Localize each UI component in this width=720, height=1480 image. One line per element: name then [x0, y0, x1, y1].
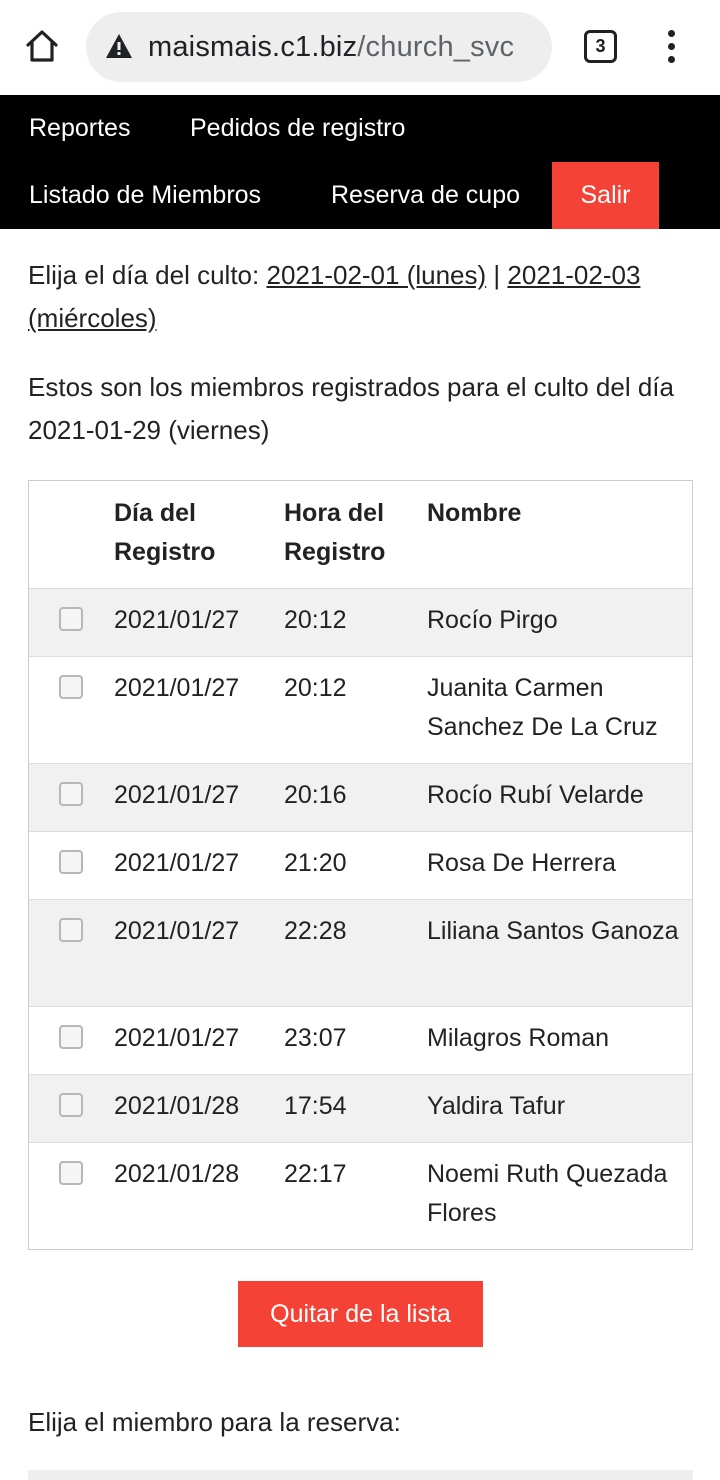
table-row: 2021/01/27 20:12 Rocío Pirgo	[29, 588, 692, 656]
day-link-2021-02-01[interactable]: 2021-02-01 (lunes)	[266, 260, 486, 290]
row-date: 2021/01/28	[114, 1159, 240, 1188]
table-row: 2021/01/27 21:20 Rosa De Herrera	[29, 831, 692, 899]
row-name: Liliana Santos Ganoza	[427, 916, 679, 945]
table-header-row: Día del Registro Hora del Registro Nombr…	[29, 481, 692, 588]
table-row: 2021/01/27 20:12 Juanita Carmen Sanchez …	[29, 656, 692, 763]
table-row: 2021/01/28 17:54 Yaldira Tafur	[29, 1074, 692, 1142]
member-choice-prompt: Elija el miembro para la reserva:	[28, 1407, 401, 1437]
table-row: 2021/01/27 20:16 Rocío Rubí Velarde	[29, 763, 692, 831]
tabs-icon[interactable]: 3	[584, 30, 617, 63]
logout-button[interactable]: Salir	[552, 162, 659, 229]
row-time: 21:20	[284, 848, 347, 877]
row-date: 2021/01/27	[114, 780, 240, 809]
row-time: 22:17	[284, 1159, 347, 1188]
row-checkbox[interactable]	[59, 1092, 83, 1117]
row-name: Juanita Carmen Sanchez De La Cruz	[427, 673, 658, 741]
url-host: maismais.c1.biz	[148, 31, 358, 63]
row-name: Rosa De Herrera	[427, 848, 616, 877]
row-date: 2021/01/27	[114, 848, 240, 877]
row-date: 2021/01/27	[114, 605, 240, 634]
row-time: 23:07	[284, 1023, 347, 1052]
url-path: /church_svc	[357, 31, 515, 63]
row-name: Noemi Ruth Quezada Flores	[427, 1159, 668, 1227]
remove-from-list-button[interactable]: Quitar de la lista	[238, 1281, 483, 1347]
nav-seat-reservation[interactable]: Reserva de cupo	[331, 162, 520, 229]
row-name: Milagros Roman	[427, 1023, 610, 1052]
row-time: 17:54	[284, 1091, 347, 1120]
day-choice: Elija el día del culto: 2021-02-01 (lune…	[28, 254, 693, 340]
member-select[interactable]	[28, 1470, 693, 1480]
table-row: 2021/01/28 22:17 Noemi Ruth Quezada Flor…	[29, 1142, 692, 1249]
row-checkbox[interactable]	[59, 781, 83, 806]
site-nav: Reportes Pedidos de registro Listado de …	[0, 95, 720, 229]
url-text[interactable]: maismais.c1.biz/church_svc	[148, 31, 514, 64]
row-time: 20:16	[284, 780, 347, 809]
header-name: Nombre	[427, 499, 522, 527]
header-select	[29, 481, 114, 588]
members-table: Día del Registro Hora del Registro Nombr…	[28, 480, 693, 1250]
header-time: Hora del Registro	[284, 499, 386, 566]
row-time: 22:28	[284, 916, 347, 945]
nav-member-list[interactable]: Listado de Miembros	[29, 162, 261, 229]
day-separator: |	[493, 260, 501, 290]
nav-registration-requests[interactable]: Pedidos de registro	[190, 95, 405, 162]
header-date: Día del Registro	[114, 499, 216, 566]
row-name: Yaldira Tafur	[427, 1091, 566, 1120]
row-date: 2021/01/28	[114, 1091, 240, 1120]
warning-icon[interactable]	[105, 33, 133, 59]
table-row: 2021/01/27 22:28 Liliana Santos Ganoza	[29, 899, 692, 1006]
home-icon[interactable]	[24, 28, 60, 64]
browser-toolbar: maismais.c1.biz/church_svc 3	[0, 0, 720, 95]
row-checkbox[interactable]	[59, 606, 83, 631]
row-name: Rocío Pirgo	[427, 605, 558, 634]
row-checkbox[interactable]	[59, 849, 83, 874]
more-vert-icon[interactable]	[660, 27, 682, 67]
row-date: 2021/01/27	[114, 673, 240, 702]
row-checkbox[interactable]	[59, 1160, 83, 1185]
day-choice-prompt: Elija el día del culto:	[28, 260, 260, 290]
intro-text: Estos son los miembros registrados para …	[28, 372, 674, 445]
row-checkbox[interactable]	[59, 1024, 83, 1049]
row-date: 2021/01/27	[114, 916, 240, 945]
row-time: 20:12	[284, 605, 347, 634]
row-time: 20:12	[284, 673, 347, 702]
row-checkbox[interactable]	[59, 917, 83, 942]
address-bar[interactable]: maismais.c1.biz/church_svc	[86, 12, 552, 82]
nav-reports[interactable]: Reportes	[29, 95, 130, 162]
row-name: Rocío Rubí Velarde	[427, 780, 644, 809]
table-row: 2021/01/27 23:07 Milagros Roman	[29, 1006, 692, 1074]
row-date: 2021/01/27	[114, 1023, 240, 1052]
row-checkbox[interactable]	[59, 674, 83, 699]
